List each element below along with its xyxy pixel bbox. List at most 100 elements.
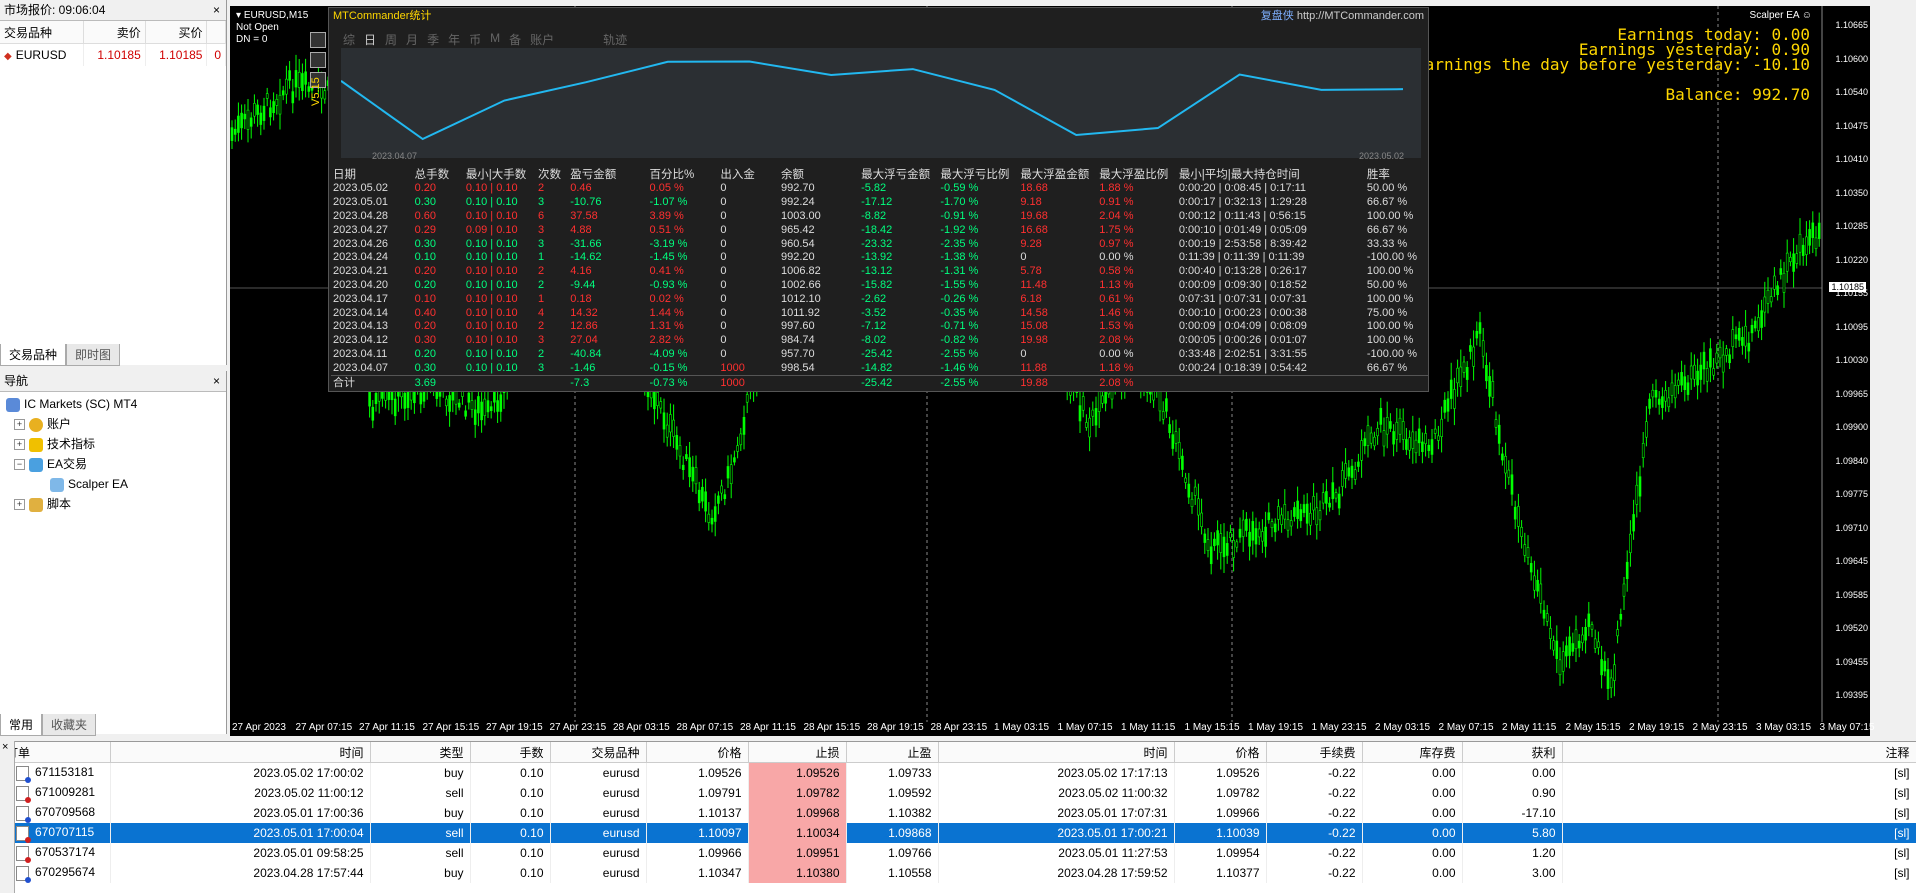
stats-cell: -1.45 % (649, 251, 688, 264)
stats-link[interactable]: 复盘侠 http://MTCommander.com (1261, 8, 1424, 24)
candle-body (1248, 531, 1251, 547)
tab-nav-1[interactable]: 收藏夹 (42, 714, 97, 736)
orders-col-header[interactable]: 交易品种 (550, 742, 647, 763)
candle-body (1587, 613, 1591, 627)
order-row[interactable]: 670537174 2023.05.01 09:58:25 sell 0.10 euru… (0, 843, 1916, 863)
stats-panel[interactable]: MTCommander统计 复盘侠 http://MTCommander.com… (328, 7, 1429, 392)
candle-body (1773, 275, 1776, 290)
stats-tab-0[interactable]: 综 (343, 31, 355, 48)
stats-cell: 2.08 % (1099, 334, 1134, 347)
orders-col-header[interactable]: 库存费 (1362, 742, 1463, 763)
order-cell-text: eurusd (602, 806, 640, 820)
orders-col-header[interactable]: 价格 (1174, 742, 1267, 763)
tree-item-accounts[interactable]: + 账户 (6, 414, 226, 434)
stats-cell: 0.10 | 0.10 (465, 306, 518, 319)
stats-tab-2[interactable]: 周 (385, 31, 397, 48)
candle-body (1190, 498, 1194, 508)
orders-col-header[interactable]: 手数 (470, 742, 551, 763)
close-icon[interactable]: × (0, 741, 14, 753)
expand-icon[interactable]: + (14, 499, 25, 511)
stats-tab-7[interactable]: M (490, 31, 500, 48)
order-cell: 0.10 (470, 863, 551, 883)
orders-col-header[interactable]: 手续费 (1266, 742, 1363, 763)
time-tick-label: 27 Apr 07:15 (295, 722, 353, 733)
order-row[interactable]: 670709568 2023.05.01 17:00:36 buy 0.10 eurus… (0, 803, 1916, 823)
order-cell-text: 670709568 (35, 805, 96, 820)
stats-tab-1[interactable]: 日 (364, 31, 376, 48)
candle-body (1721, 354, 1725, 373)
order-cell-text: eurusd (602, 786, 640, 800)
tab-nav-0[interactable]: 常用 (0, 714, 43, 736)
orders-col-header[interactable]: 时间 (110, 742, 371, 763)
candle-body (1760, 310, 1763, 328)
orders-col-header[interactable]: 价格 (646, 742, 749, 763)
order-cell-text: 1.09968 (796, 806, 840, 820)
candle-body (246, 109, 250, 130)
stats-total-cell (536, 376, 568, 390)
stats-cell: 100.00 % (1366, 209, 1414, 222)
orders-col-header[interactable]: 订单 (0, 742, 111, 763)
candle-body (1273, 523, 1277, 533)
orders-col-header[interactable]: 注释 (1562, 742, 1916, 763)
order-row[interactable]: 671153181 2023.05.02 17:00:02 buy 0.10 eurus… (0, 762, 1916, 783)
tree-item-scalper-ea[interactable]: Scalper EA (6, 474, 226, 494)
order-cell: 2023.05.01 17:07:31 (938, 803, 1175, 823)
time-tick-label: 2 May 15:15 (1565, 722, 1621, 733)
tree-item-indicators[interactable]: + 技术指标 (6, 434, 226, 454)
stats-tab-5[interactable]: 年 (448, 31, 460, 48)
order-cell-text: 1.09782 (1216, 786, 1260, 800)
orders-col-header[interactable]: 获利 (1462, 742, 1563, 763)
close-icon[interactable]: × (213, 371, 220, 391)
time-tick-label: 1 May 23:15 (1311, 722, 1367, 733)
tab-market-1[interactable]: 即时图 (66, 344, 121, 366)
candle-body (1085, 422, 1088, 428)
stats-cell: 1012.10 (780, 292, 821, 305)
order-row[interactable]: 671009281 2023.05.02 11:00:12 sell 0.10 euru… (0, 783, 1916, 803)
market-col-header[interactable]: 买价 (145, 21, 208, 44)
market-col-header[interactable]: 交易品种 (0, 21, 85, 44)
orders-col-header[interactable]: 类型 (370, 742, 471, 763)
order-cell-text: 1.09766 (888, 846, 932, 860)
close-icon[interactable]: × (213, 0, 220, 20)
candle-body (1433, 428, 1437, 434)
candle-body (1619, 613, 1623, 620)
order-cell-text: 1.10039 (1216, 826, 1260, 840)
stats-tab-4[interactable]: 季 (427, 31, 439, 48)
orders-col-header[interactable]: 止盈 (846, 742, 939, 763)
tree-item-scripts[interactable]: + 脚本 (6, 494, 226, 514)
expand-icon[interactable]: + (14, 419, 25, 431)
tree-item-experts[interactable]: − EA交易 (6, 454, 226, 474)
expand-icon[interactable]: + (14, 439, 25, 451)
stats-cell: -0.15 % (649, 361, 688, 374)
collapse-icon[interactable]: − (14, 459, 25, 471)
stats-cell: 1011.92 (780, 306, 820, 319)
candle-body (419, 392, 423, 405)
tab-market-0[interactable]: 交易品种 (0, 344, 67, 366)
stats-tab-6[interactable]: 币 (469, 31, 481, 48)
order-row[interactable]: 670707115 2023.05.01 17:00:04 sell 0.10 euru… (0, 823, 1916, 843)
market-col-header[interactable] (206, 21, 226, 44)
stats-total-cell: -7.3 (570, 376, 590, 389)
candle-body (1337, 493, 1341, 509)
candle-body (294, 70, 298, 88)
stats-tab-3[interactable]: 月 (406, 31, 418, 48)
orders-col-header[interactable]: 时间 (938, 742, 1175, 763)
candle-body (1558, 659, 1562, 676)
chart-tool-button[interactable] (310, 52, 326, 68)
stats-tab-8[interactable]: 备 (509, 31, 521, 48)
order-cell: 0.00 (1362, 783, 1463, 803)
stats-total-row: 合计 3.69 -7.3 -0.73 % 1000 -25.42 -2.55 % 19.88 2… (331, 375, 1428, 390)
stats-tab-9[interactable]: 账户 (530, 31, 554, 48)
market-row[interactable]: ◆ EURUSD 1.10185 1.10185 0 (0, 43, 226, 66)
candle-body (1206, 539, 1210, 551)
stats-cell: 2.04 % (1099, 209, 1134, 222)
candle-body (1430, 439, 1434, 455)
market-col-header[interactable]: 卖价 (83, 21, 146, 44)
chart-tool-button[interactable] (310, 32, 326, 48)
stats-cell: 0.40 (414, 306, 436, 319)
tree-item-terminal[interactable]: IC Markets (SC) MT4 (6, 394, 226, 414)
order-row[interactable]: 670295674 2023.04.28 17:57:44 buy 0.10 eurus… (0, 863, 1916, 883)
orders-col-header[interactable]: 止损 (748, 742, 847, 763)
stats-tab-10[interactable]: 轨迹 (603, 31, 627, 48)
stats-cell: -1.92 % (940, 223, 979, 236)
